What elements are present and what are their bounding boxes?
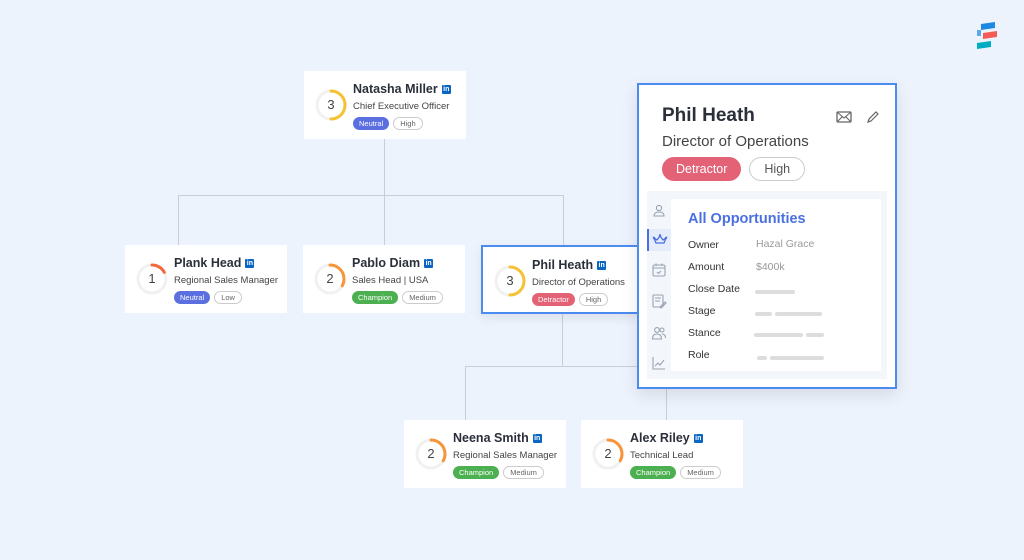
org-node-card[interactable]: 2 Pablo Diam in Sales Head | USA Champion Med… bbox=[303, 245, 465, 313]
org-node-card[interactable]: 3 Natasha Miller in Chief Executive Officer… bbox=[304, 71, 466, 139]
linkedin-icon[interactable]: in bbox=[245, 258, 255, 268]
influence-badge: High bbox=[578, 293, 609, 306]
score-ring: 3 bbox=[314, 88, 348, 122]
field-label: Close Date bbox=[688, 283, 740, 295]
notes-edit-icon[interactable] bbox=[651, 293, 667, 309]
linkedin-icon[interactable]: in bbox=[424, 258, 434, 268]
contact-title: Technical Lead bbox=[630, 450, 694, 461]
score-ring: 1 bbox=[135, 262, 169, 296]
placeholder-bar bbox=[757, 356, 767, 360]
field-label: Amount bbox=[688, 261, 725, 273]
calendar-check-icon[interactable] bbox=[651, 262, 667, 278]
score-ring: 3 bbox=[493, 264, 527, 298]
score-value: 1 bbox=[148, 271, 156, 286]
placeholder-bar bbox=[754, 333, 803, 337]
score-value: 2 bbox=[427, 446, 435, 461]
linkedin-icon[interactable]: in bbox=[597, 260, 607, 270]
contact-name: Pablo Diam bbox=[352, 256, 421, 270]
contact-name: Neena Smith bbox=[453, 431, 529, 445]
contact-title: Sales Head | USA bbox=[352, 275, 429, 286]
field-label: Stance bbox=[688, 327, 721, 339]
influence-badge: High bbox=[393, 117, 423, 130]
contact-name: Phil Heath bbox=[532, 258, 594, 272]
org-node-card[interactable]: 1 Plank Head in Regional Sales Manager Neutr… bbox=[125, 245, 287, 313]
brand-logo-icon bbox=[977, 22, 997, 49]
org-node-card[interactable]: 2 Neena Smith in Regional Sales Manager Cham… bbox=[404, 420, 566, 488]
placeholder-bar bbox=[770, 356, 824, 360]
field-label: Owner bbox=[688, 239, 719, 251]
section-title: All Opportunities bbox=[688, 211, 806, 227]
person-icon[interactable] bbox=[651, 203, 667, 219]
score-ring: 2 bbox=[591, 437, 625, 471]
connector-line bbox=[384, 195, 385, 245]
panel-influence-badge: High bbox=[749, 157, 806, 181]
connector-line bbox=[384, 139, 385, 196]
field-value: $400k bbox=[756, 261, 785, 273]
linkedin-icon[interactable]: in bbox=[532, 433, 542, 443]
contact-title: Regional Sales Manager bbox=[453, 450, 558, 461]
score-value: 2 bbox=[326, 271, 334, 286]
contact-name: Plank Head bbox=[174, 256, 242, 270]
opportunities-tab[interactable] bbox=[647, 229, 671, 251]
score-ring: 2 bbox=[313, 262, 347, 296]
connector-line bbox=[178, 195, 564, 196]
placeholder-bar bbox=[775, 312, 822, 316]
influence-badge: Medium bbox=[680, 466, 721, 479]
influence-badge: Low bbox=[214, 291, 242, 304]
influence-badge: Medium bbox=[503, 466, 544, 479]
panel-side-tabs bbox=[647, 191, 671, 379]
chart-trend-icon[interactable] bbox=[651, 355, 667, 371]
opportunities-section: All Opportunities Owner Hazal Grace Amou… bbox=[671, 199, 881, 371]
panel-body: All Opportunities Owner Hazal Grace Amou… bbox=[647, 191, 887, 379]
stance-badge: Champion bbox=[453, 466, 500, 479]
stance-badge: Champion bbox=[352, 291, 399, 304]
connector-line bbox=[178, 195, 179, 245]
stance-badge: Neutral bbox=[353, 117, 390, 130]
mail-icon[interactable] bbox=[836, 109, 852, 125]
field-label: Stage bbox=[688, 305, 716, 317]
stance-badge: Neutral bbox=[174, 291, 211, 304]
stance-badge: Detractor bbox=[532, 293, 575, 306]
stance-badge: Champion bbox=[630, 466, 677, 479]
score-value: 3 bbox=[506, 273, 514, 288]
contact-name: Alex Riley bbox=[630, 431, 690, 445]
placeholder-bar bbox=[806, 333, 824, 337]
people-group-icon[interactable] bbox=[651, 325, 667, 341]
influence-badge: Medium bbox=[402, 291, 443, 304]
score-ring: 2 bbox=[414, 437, 448, 471]
score-value: 3 bbox=[327, 97, 335, 112]
linkedin-icon[interactable]: in bbox=[693, 433, 703, 443]
contact-title: Director of Operations bbox=[532, 277, 625, 288]
opportunities-crown-icon bbox=[652, 234, 668, 244]
connector-line bbox=[465, 366, 466, 420]
contact-name: Natasha Miller bbox=[353, 82, 438, 96]
contact-detail-panel: Phil Heath Director of Operations Detrac… bbox=[637, 83, 897, 389]
contact-title: Regional Sales Manager bbox=[174, 275, 279, 286]
field-label: Role bbox=[688, 349, 710, 361]
contact-title: Chief Executive Officer bbox=[353, 101, 450, 112]
org-node-card[interactable]: 2 Alex Riley in Technical Lead Champion Mediu… bbox=[581, 420, 743, 488]
placeholder-bar bbox=[755, 312, 772, 316]
placeholder-bar bbox=[755, 290, 795, 294]
field-value: Hazal Grace bbox=[756, 238, 815, 250]
edit-pencil-icon[interactable] bbox=[865, 109, 881, 125]
linkedin-icon[interactable]: in bbox=[441, 84, 451, 94]
panel-contact-name: Phil Heath bbox=[662, 105, 755, 126]
score-value: 2 bbox=[604, 446, 612, 461]
connector-line bbox=[563, 195, 564, 245]
panel-contact-title: Director of Operations bbox=[662, 133, 809, 150]
org-node-card-selected[interactable]: 3 Phil Heath in Director of Operations Detra… bbox=[481, 245, 646, 314]
connector-line bbox=[562, 314, 563, 367]
panel-stance-badge: Detractor bbox=[662, 157, 742, 181]
